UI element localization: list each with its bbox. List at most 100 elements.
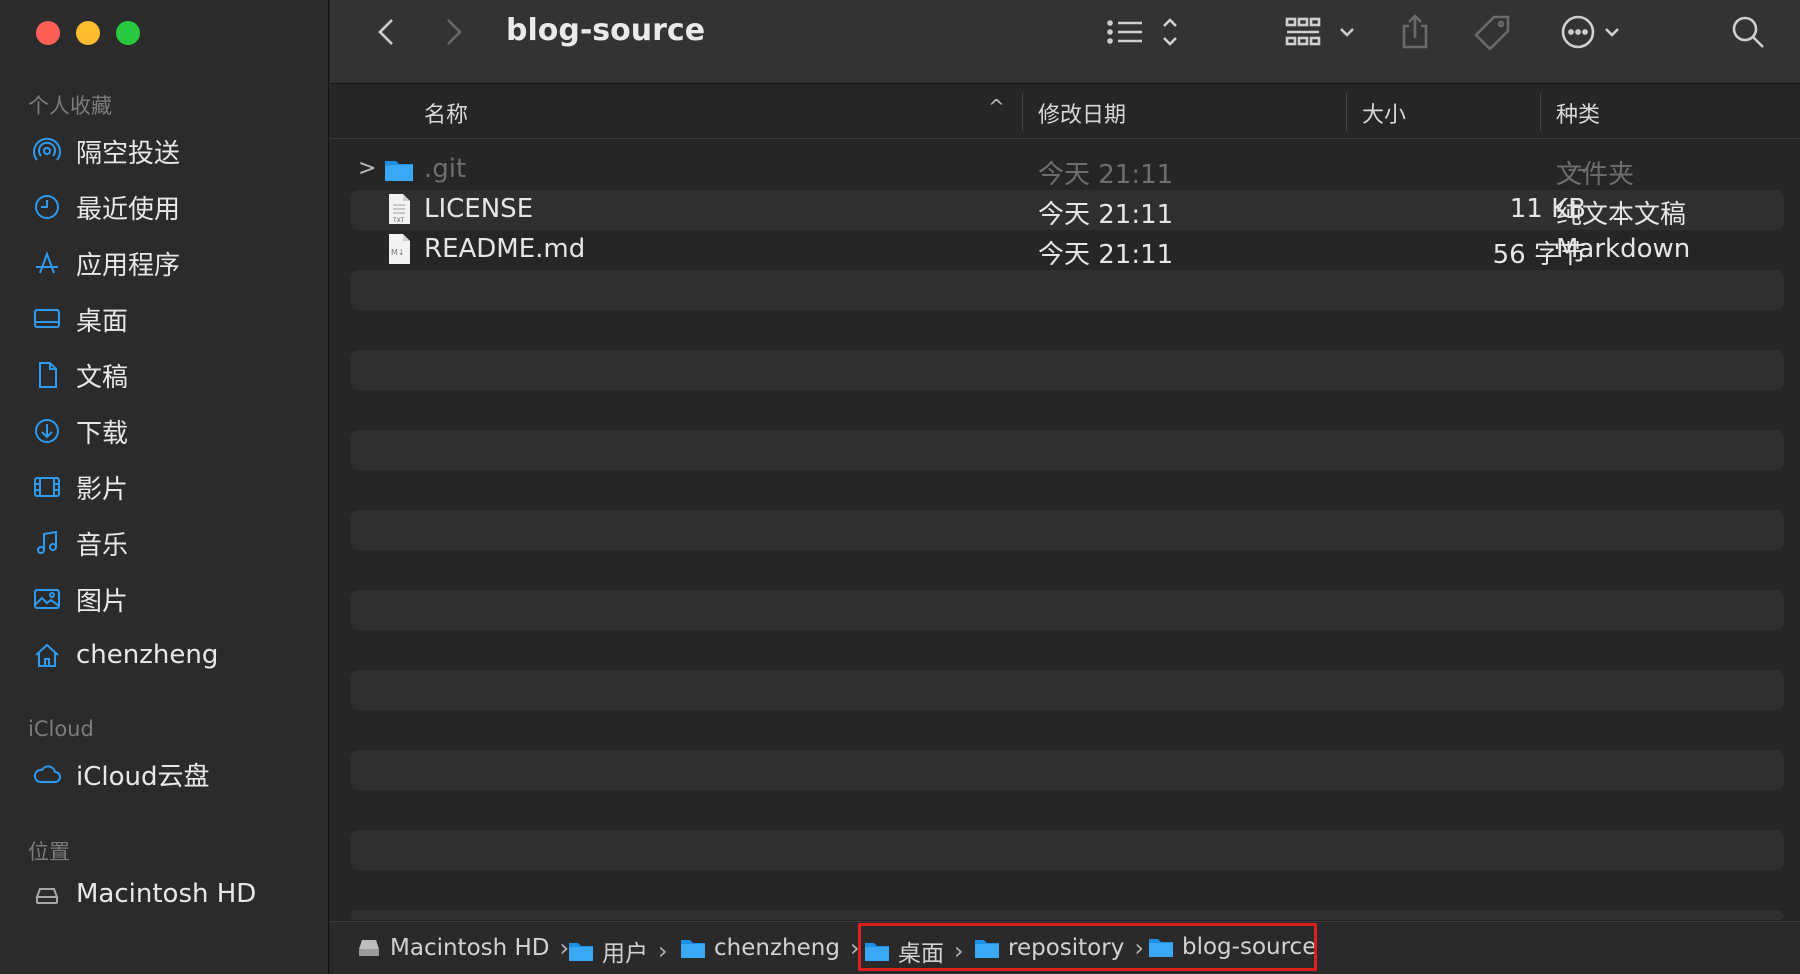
group-button[interactable] xyxy=(1285,14,1365,50)
text-file-icon: TXT xyxy=(389,194,410,224)
file-row-readme[interactable]: M↓ README.md 今天 21:11 56 字节 Markdown xyxy=(350,230,1784,270)
sidebar-item-label: 影片 xyxy=(76,474,129,505)
file-name: LICENSE xyxy=(424,194,534,224)
sidebar-item-label: 文稿 xyxy=(76,362,129,393)
sidebar-item-airdrop[interactable]: 隔空投送 xyxy=(30,127,180,175)
cloud-icon xyxy=(30,757,64,791)
crumb-label: chenzheng xyxy=(714,935,840,961)
music-icon xyxy=(30,526,64,560)
sidebar-item-label: 最近使用 xyxy=(76,194,181,225)
sidebar: 个人收藏 隔空投送 最近使用 应用程序 桌面 文稿 下载 影片 音乐 图片 ch… xyxy=(0,0,329,974)
sidebar-item-home[interactable]: chenzheng xyxy=(30,631,218,679)
file-date: 今天 21:11 xyxy=(1038,160,1174,190)
path-bar: Macintosh HD › 用户 › chenzheng › 桌面 › reposit… xyxy=(330,921,1800,974)
empty-row xyxy=(350,830,1784,870)
sidebar-item-label: 下载 xyxy=(76,418,129,449)
search-button[interactable] xyxy=(1730,14,1766,50)
empty-row xyxy=(350,510,1784,550)
chevron-left-icon xyxy=(378,19,393,45)
more-actions-button[interactable] xyxy=(1560,14,1630,50)
column-header: 名称 ^ 修改日期 大小 种类 xyxy=(330,85,1800,139)
clock-icon xyxy=(30,190,64,224)
download-icon xyxy=(30,414,64,448)
column-divider[interactable] xyxy=(1346,93,1347,131)
column-date-header[interactable]: 修改日期 xyxy=(1038,97,1126,129)
photo-icon xyxy=(30,582,64,616)
minimize-button[interactable] xyxy=(76,21,100,45)
list-view-icon xyxy=(1107,18,1177,46)
crumb-label: blog-source xyxy=(1182,934,1317,960)
file-date: 今天 21:11 xyxy=(1038,200,1174,230)
sidebar-item-desktop[interactable]: 桌面 xyxy=(30,295,128,343)
sidebar-item-downloads[interactable]: 下载 xyxy=(30,407,128,455)
crumb-blog-source[interactable]: blog-source xyxy=(1148,934,1316,960)
sidebar-item-recents[interactable]: 最近使用 xyxy=(30,183,180,231)
sidebar-item-icloud-drive[interactable]: iCloud云盘 xyxy=(30,750,210,798)
sidebar-item-label: 桌面 xyxy=(76,306,129,337)
column-name-header[interactable]: 名称 xyxy=(424,97,468,129)
sidebar-item-label: 应用程序 xyxy=(76,250,181,281)
sort-ascending-icon[interactable]: ^ xyxy=(988,95,1005,119)
tag-icon xyxy=(1474,15,1510,50)
disk-icon xyxy=(359,940,379,956)
file-row-git[interactable]: > .git 今天 21:11 -- 文件夹 xyxy=(350,150,1784,190)
sidebar-item-macintosh-hd[interactable]: Macintosh HD xyxy=(30,870,256,918)
empty-row xyxy=(350,670,1784,710)
column-size-header[interactable]: 大小 xyxy=(1362,97,1406,129)
file-name: README.md xyxy=(424,234,586,264)
sidebar-section-favorites: 个人收藏 xyxy=(28,94,112,118)
applications-icon xyxy=(30,246,64,280)
file-row-license[interactable]: TXT LICENSE 今天 21:11 11 KB 纯文本文稿 xyxy=(350,190,1784,230)
back-button[interactable] xyxy=(374,14,398,50)
folder-icon xyxy=(975,940,999,958)
share-icon xyxy=(1402,14,1428,49)
folder-icon xyxy=(681,940,705,958)
empty-row xyxy=(350,910,1784,920)
crumb-chenzheng[interactable]: chenzheng › xyxy=(680,934,860,962)
file-date: 今天 21:11 xyxy=(1038,240,1174,270)
crumb-macintosh-hd[interactable]: Macintosh HD › xyxy=(356,934,569,962)
sidebar-item-label: Macintosh HD xyxy=(76,879,257,909)
finder-window: 个人收藏 隔空投送 最近使用 应用程序 桌面 文稿 下载 影片 音乐 图片 ch… xyxy=(0,0,1800,974)
folder-icon xyxy=(865,943,889,961)
svg-text:M↓: M↓ xyxy=(391,248,405,257)
window-title: blog-source xyxy=(506,13,706,48)
crumb-users[interactable]: 用户 › xyxy=(568,934,668,968)
file-kind: 文件夹 xyxy=(1556,160,1635,190)
search-icon xyxy=(1732,16,1764,48)
sidebar-item-pictures[interactable]: 图片 xyxy=(30,575,128,623)
column-kind-header[interactable]: 种类 xyxy=(1556,97,1600,129)
empty-row xyxy=(350,350,1784,390)
folder-icon xyxy=(569,943,593,961)
sidebar-item-label: iCloud云盘 xyxy=(76,761,210,792)
sidebar-item-music[interactable]: 音乐 xyxy=(30,519,128,567)
share-button[interactable] xyxy=(1400,14,1430,50)
chevron-right-icon: › xyxy=(849,934,860,962)
sidebar-item-label: 隔空投送 xyxy=(76,138,181,169)
desktop-icon xyxy=(30,302,64,336)
view-options-button[interactable] xyxy=(1106,14,1186,50)
file-kind: Markdown xyxy=(1556,234,1691,264)
sidebar-item-documents[interactable]: 文稿 xyxy=(30,351,128,399)
close-button[interactable] xyxy=(36,21,60,45)
home-icon xyxy=(30,638,64,672)
column-divider[interactable] xyxy=(1022,93,1023,131)
disclosure-triangle-icon[interactable]: > xyxy=(358,156,376,181)
chevron-right-icon: › xyxy=(1134,934,1144,962)
empty-row xyxy=(350,750,1784,790)
sidebar-item-label: chenzheng xyxy=(76,640,219,670)
forward-button[interactable] xyxy=(442,14,466,50)
column-divider[interactable] xyxy=(1540,93,1541,131)
crumb-desktop[interactable]: 桌面 › xyxy=(864,934,964,968)
tags-button[interactable] xyxy=(1472,14,1512,50)
traffic-lights xyxy=(36,21,140,45)
chevron-right-icon: › xyxy=(954,937,964,965)
sidebar-item-applications[interactable]: 应用程序 xyxy=(30,239,180,287)
crumb-repository[interactable]: repository › xyxy=(974,934,1144,962)
crumb-label: 桌面 xyxy=(898,941,944,967)
airdrop-icon xyxy=(30,134,64,168)
sidebar-item-movies[interactable]: 影片 xyxy=(30,463,128,511)
zoom-button[interactable] xyxy=(116,21,140,45)
crumb-label: repository xyxy=(1008,935,1125,961)
document-icon xyxy=(30,358,64,392)
